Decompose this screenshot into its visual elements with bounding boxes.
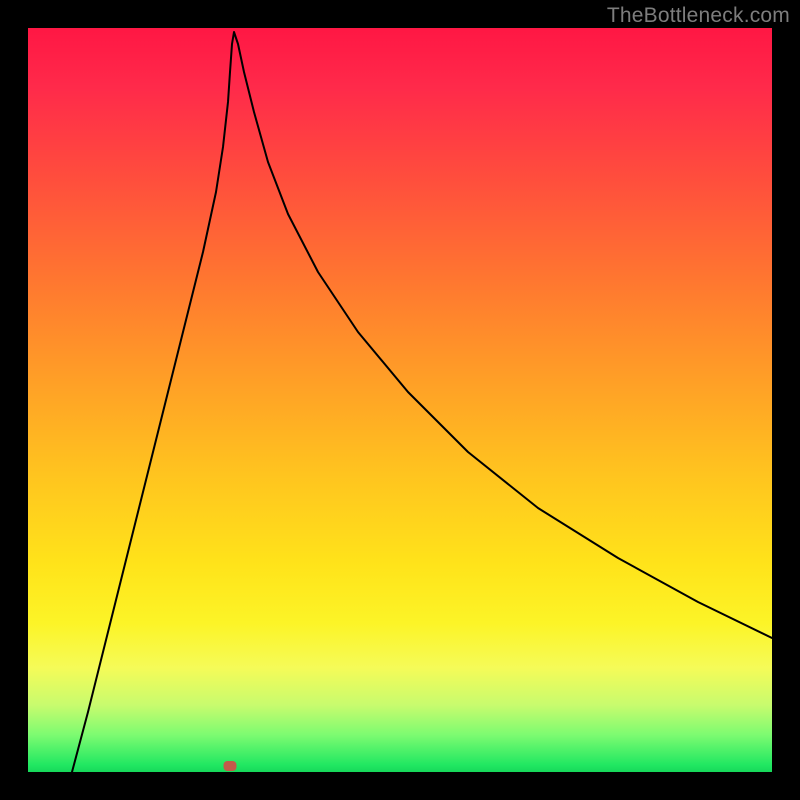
curve-svg	[28, 28, 772, 772]
plot-area	[28, 28, 772, 772]
watermark-text: TheBottleneck.com	[607, 4, 790, 28]
chart-frame: TheBottleneck.com	[0, 0, 800, 800]
bottleneck-curve-path	[72, 32, 772, 772]
minimum-marker	[224, 761, 237, 771]
